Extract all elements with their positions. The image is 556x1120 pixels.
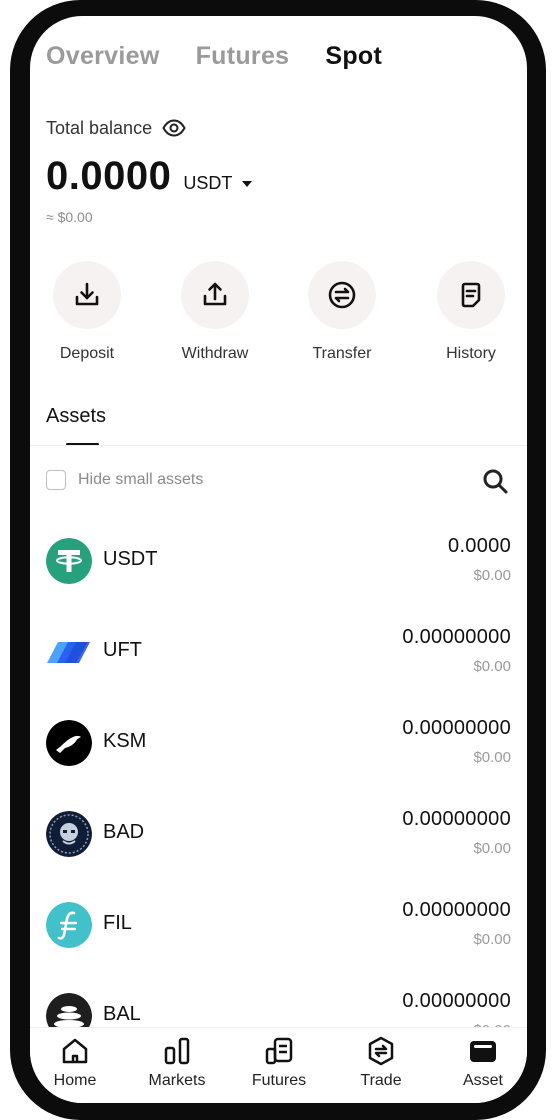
trade-icon — [368, 1036, 394, 1066]
history-icon-circle — [437, 261, 505, 329]
nav-home-label: Home — [53, 1072, 97, 1089]
caret-down-icon — [242, 180, 253, 187]
asset-symbol: BAL — [103, 1003, 141, 1025]
upload-icon — [203, 282, 227, 306]
asset-amount: 0.0000 — [448, 535, 511, 557]
nav-asset[interactable]: Asset — [438, 1036, 527, 1090]
nav-markets-label: Markets — [148, 1072, 206, 1089]
currency-label: USDT — [183, 173, 233, 193]
asset-symbol: USDT — [103, 548, 158, 570]
home-icon — [62, 1038, 88, 1064]
withdraw-label: Withdraw — [181, 345, 249, 362]
balance-fiat-approx: ≈ $0.00 — [46, 209, 93, 225]
ksm-logo — [46, 720, 92, 766]
tab-futures[interactable]: Futures — [196, 42, 290, 71]
app-screen: Overview Futures Spot Total balance 0.00… — [30, 16, 527, 1103]
asset-amount: 0.00000000 — [402, 626, 511, 648]
transfer-icon — [328, 281, 356, 309]
asset-amount: 0.00000000 — [402, 899, 511, 921]
asset-row-fil[interactable]: FIL 0.00000000 $0.00 — [30, 894, 527, 974]
wallet-icon — [470, 1041, 496, 1062]
deposit-label: Deposit — [59, 345, 115, 362]
nav-trade[interactable]: Trade — [336, 1036, 426, 1090]
hide-small-assets-row: Hide small assets — [46, 470, 203, 490]
asset-symbol: BAD — [103, 821, 145, 843]
asset-row-bad[interactable]: BAD 0.00000000 $0.00 — [30, 803, 527, 883]
bar-chart-icon — [164, 1037, 190, 1065]
hide-small-assets-label: Hide small assets — [78, 471, 204, 488]
transfer-button[interactable]: Transfer — [287, 261, 397, 363]
deposit-button[interactable]: Deposit — [32, 261, 142, 363]
asset-symbol: KSM — [103, 730, 147, 752]
nav-futures-label: Futures — [251, 1072, 307, 1089]
section-divider — [30, 445, 527, 446]
volume-down-button — [10, 290, 24, 382]
download-icon — [75, 282, 99, 306]
nav-home[interactable]: Home — [30, 1036, 120, 1090]
futures-icon — [265, 1037, 293, 1065]
document-icon — [461, 282, 481, 308]
total-balance-label: Total balance — [46, 117, 153, 138]
balance-row: 0.0000 USDT — [46, 154, 253, 199]
asset-amount: 0.00000000 — [402, 990, 511, 1012]
asset-row-uft[interactable]: UFT 0.00000000 $0.00 — [30, 621, 527, 701]
usdt-logo — [46, 538, 92, 584]
search-icon[interactable] — [481, 467, 509, 495]
balance-amount: 0.0000 — [46, 154, 172, 198]
withdraw-icon-circle — [181, 261, 249, 329]
deposit-icon-circle — [53, 261, 121, 329]
bad-logo — [46, 811, 92, 857]
asset-row-usdt[interactable]: USDT 0.0000 $0.00 — [30, 530, 527, 610]
asset-amount: 0.00000000 — [402, 717, 511, 739]
asset-fiat-value: $0.00 — [473, 840, 511, 857]
tab-overview[interactable]: Overview — [46, 42, 160, 71]
power-button — [532, 178, 546, 318]
nav-asset-label: Asset — [462, 1072, 503, 1089]
nav-futures[interactable]: Futures — [234, 1036, 324, 1090]
nav-trade-label: Trade — [360, 1072, 402, 1089]
tab-spot[interactable]: Spot — [325, 42, 382, 71]
asset-fiat-value: $0.00 — [473, 931, 511, 948]
volume-up-button — [10, 178, 24, 270]
fil-logo — [46, 902, 92, 948]
asset-fiat-value: $0.00 — [473, 658, 511, 675]
uft-logo — [46, 629, 92, 675]
asset-symbol: UFT — [103, 639, 142, 661]
withdraw-button[interactable]: Withdraw — [160, 261, 270, 363]
transfer-icon-circle — [308, 261, 376, 329]
tab-assets[interactable]: Assets — [46, 405, 106, 428]
asset-row-ksm[interactable]: KSM 0.00000000 $0.00 — [30, 712, 527, 792]
asset-amount: 0.00000000 — [402, 808, 511, 830]
history-button[interactable]: History — [416, 261, 526, 363]
quick-actions: Deposit Withdraw Transfer History — [30, 261, 527, 371]
history-label: History — [446, 345, 496, 362]
eye-icon[interactable] — [162, 116, 186, 140]
bottom-navigation: Home Markets Futures Trade Asset — [30, 1027, 527, 1103]
transfer-label: Transfer — [312, 345, 372, 362]
asset-symbol: FIL — [103, 912, 132, 934]
asset-fiat-value: $0.00 — [473, 567, 511, 584]
balance-label-row: Total balance — [46, 116, 186, 140]
asset-fiat-value: $0.00 — [473, 749, 511, 766]
hide-small-assets-checkbox[interactable] — [46, 470, 66, 490]
account-tabs: Overview Futures Spot — [46, 42, 382, 71]
nav-markets[interactable]: Markets — [132, 1036, 222, 1090]
currency-selector[interactable]: USDT — [183, 173, 253, 194]
